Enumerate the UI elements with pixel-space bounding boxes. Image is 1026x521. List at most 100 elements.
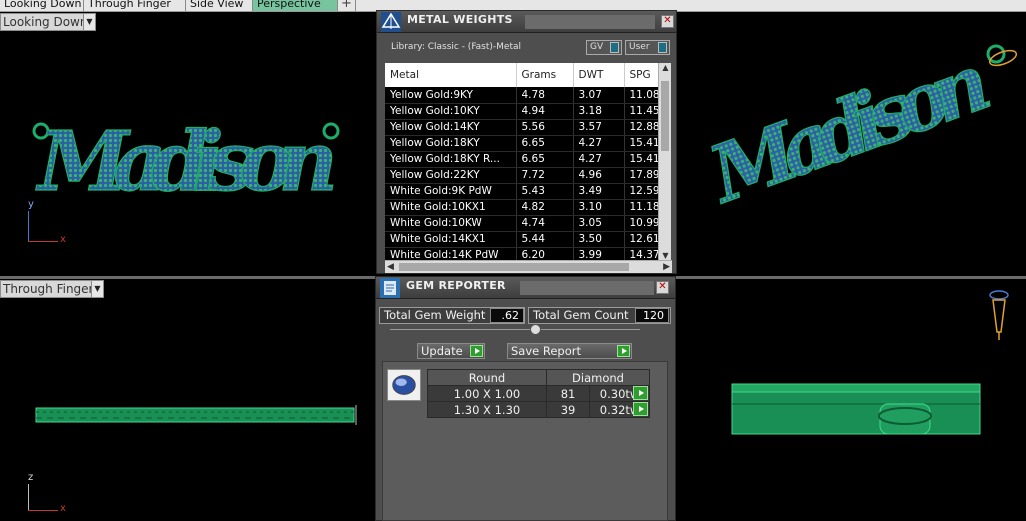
user-toggle[interactable]: User: [625, 40, 670, 55]
material-header: Diamond: [546, 369, 650, 386]
cell-dwt: 4.96: [573, 167, 625, 184]
column-header-metal[interactable]: Metal: [385, 63, 517, 87]
size-slider[interactable]: [390, 324, 640, 335]
metal-weights-header[interactable]: METAL WEIGHTS ✕: [377, 11, 676, 33]
table-row[interactable]: Yellow Gold:22KY 7.72 4.96 17.89: [385, 167, 659, 184]
cell-metal: White Gold:14KX1: [385, 231, 517, 248]
row-play-button[interactable]: [633, 386, 648, 400]
gem-size-cell: 1.30 X 1.30: [427, 401, 547, 418]
scroll-thumb[interactable]: [399, 263, 629, 271]
add-tab-icon[interactable]: +: [338, 0, 356, 11]
cell-spg: 11.45: [624, 103, 659, 120]
scroll-down-icon[interactable]: ▼: [659, 251, 672, 260]
horizontal-scrollbar[interactable]: ◀ ▶: [385, 260, 672, 273]
cell-grams: 5.44: [516, 231, 574, 248]
gem-row[interactable]: 1.30 X 1.30 39 0.32tw: [427, 401, 650, 418]
chevron-down-icon[interactable]: ▼: [91, 281, 103, 297]
chevron-down-icon[interactable]: ▼: [83, 14, 95, 30]
cell-dwt: 4.27: [573, 151, 625, 168]
cell-metal: White Gold:10KX1: [385, 199, 517, 216]
cell-grams: 7.72: [516, 167, 574, 184]
scroll-right-icon[interactable]: ▶: [663, 261, 670, 273]
cell-metal: Yellow Gold:22KY: [385, 167, 517, 184]
pen-tool-icon[interactable]: [988, 290, 1012, 346]
axis-x-label: x: [60, 234, 66, 245]
cell-dwt: 3.07: [573, 87, 625, 104]
cell-dwt: 3.49: [573, 183, 625, 200]
model-side-profile: [35, 405, 357, 425]
cell-grams: 4.82: [516, 199, 574, 216]
viewport-through-finger[interactable]: Through Finger ▼ z x: [0, 280, 373, 521]
table-row[interactable]: Yellow Gold:14KY 5.56 3.57 12.88: [385, 119, 659, 136]
gv-toggle[interactable]: GV: [586, 40, 622, 55]
axis-z-label: z: [28, 472, 34, 483]
viewport-title-through-finger[interactable]: Through Finger ▼: [0, 280, 104, 298]
column-header-spg[interactable]: SPG: [624, 63, 659, 87]
tab-perspective[interactable]: Perspective: [253, 0, 338, 11]
table-row[interactable]: Yellow Gold:18KY 6.65 4.27 15.41: [385, 135, 659, 152]
app-window: Looking Down Through Finger Side View Pe…: [0, 0, 1026, 521]
save-report-button-label: Save Report: [511, 344, 582, 358]
vertical-scrollbar[interactable]: ▲ ▼: [658, 63, 671, 260]
cell-grams: 4.94: [516, 103, 574, 120]
scroll-up-icon[interactable]: ▲: [659, 63, 672, 72]
scroll-left-icon[interactable]: ◀: [387, 261, 394, 273]
viewport-title-looking-down[interactable]: Looking Down ▼: [0, 13, 96, 31]
model-side-view: [731, 383, 981, 435]
report-icon: [380, 278, 400, 298]
slider-knob[interactable]: [530, 324, 541, 335]
column-header-grams[interactable]: Grams: [516, 63, 574, 87]
cell-dwt: 3.10: [573, 199, 625, 216]
cell-dwt: 3.57: [573, 119, 625, 136]
tab-through-finger[interactable]: Through Finger: [84, 0, 186, 11]
gem-count-cell: 39: [545, 401, 591, 418]
cell-spg: 11.18: [624, 199, 659, 216]
column-header-dwt[interactable]: DWT: [573, 63, 625, 87]
viewport-looking-down[interactable]: Looking Down ▼ Madison y x: [0, 13, 373, 276]
gem-size-cell: 1.00 X 1.00: [427, 385, 547, 402]
scroll-thumb[interactable]: [661, 81, 669, 151]
gem-list-area: Round Diamond 1.00 X 1.00 81 0.30tw 1.30 X …: [382, 361, 668, 521]
cell-spg: 12.61: [624, 231, 659, 248]
model-name-text: Madison: [35, 114, 338, 203]
cell-dwt: 3.18: [573, 103, 625, 120]
cell-metal: Yellow Gold:18KY R...: [385, 151, 517, 168]
cell-metal: Yellow Gold:9KY: [385, 87, 517, 104]
round-gem-icon[interactable]: [387, 369, 421, 401]
table-row[interactable]: Yellow Gold:10KY 4.94 3.18 11.45: [385, 103, 659, 120]
cell-metal: Yellow Gold:10KY: [385, 103, 517, 120]
table-row[interactable]: Yellow Gold:18KY R... 6.65 4.27 15.41: [385, 151, 659, 168]
gv-toggle-label: GV: [590, 42, 604, 52]
table-row[interactable]: Yellow Gold:9KY 4.78 3.07 11.08: [385, 87, 659, 104]
gem-row[interactable]: 1.00 X 1.00 81 0.30tw: [427, 385, 650, 402]
cell-grams: 4.74: [516, 215, 574, 232]
viewport-perspective[interactable]: Madison: [678, 13, 1026, 276]
cell-dwt: 3.05: [573, 215, 625, 232]
table-row[interactable]: White Gold:14KX1 5.44 3.50 12.61: [385, 231, 659, 248]
viewport-title-label: Looking Down: [3, 15, 88, 29]
cell-grams: 4.78: [516, 87, 574, 104]
cell-spg: 15.41: [624, 151, 659, 168]
update-button[interactable]: Update: [417, 343, 485, 359]
play-icon: [617, 345, 630, 357]
row-play-button[interactable]: [633, 402, 648, 416]
viewport-side-view[interactable]: [678, 280, 1026, 521]
cell-grams: 6.65: [516, 151, 574, 168]
table-row[interactable]: White Gold:9K PdW 5.43 3.49 12.59: [385, 183, 659, 200]
cell-spg: 17.89: [624, 167, 659, 184]
save-report-button[interactable]: Save Report: [507, 343, 632, 359]
gem-reporter-header[interactable]: GEM REPORTER ✕: [376, 277, 675, 299]
cell-dwt: 3.50: [573, 231, 625, 248]
cell-spg: 15.41: [624, 135, 659, 152]
close-icon[interactable]: ✕: [661, 15, 674, 28]
table-row[interactable]: White Gold:10KX1 4.82 3.10 11.18: [385, 199, 659, 216]
tab-looking-down[interactable]: Looking Down: [0, 0, 84, 11]
close-icon[interactable]: ✕: [656, 281, 669, 294]
axis-x-label: x: [60, 503, 66, 514]
table-row[interactable]: White Gold:10KW 4.74 3.05 10.99: [385, 215, 659, 232]
tab-side-view[interactable]: Side View: [186, 0, 253, 11]
cell-metal: Yellow Gold:18KY: [385, 135, 517, 152]
total-gem-weight: Total Gem Weight .62: [379, 307, 525, 324]
total-gem-weight-label: Total Gem Weight: [384, 308, 486, 322]
cell-metal: Yellow Gold:14KY: [385, 119, 517, 136]
